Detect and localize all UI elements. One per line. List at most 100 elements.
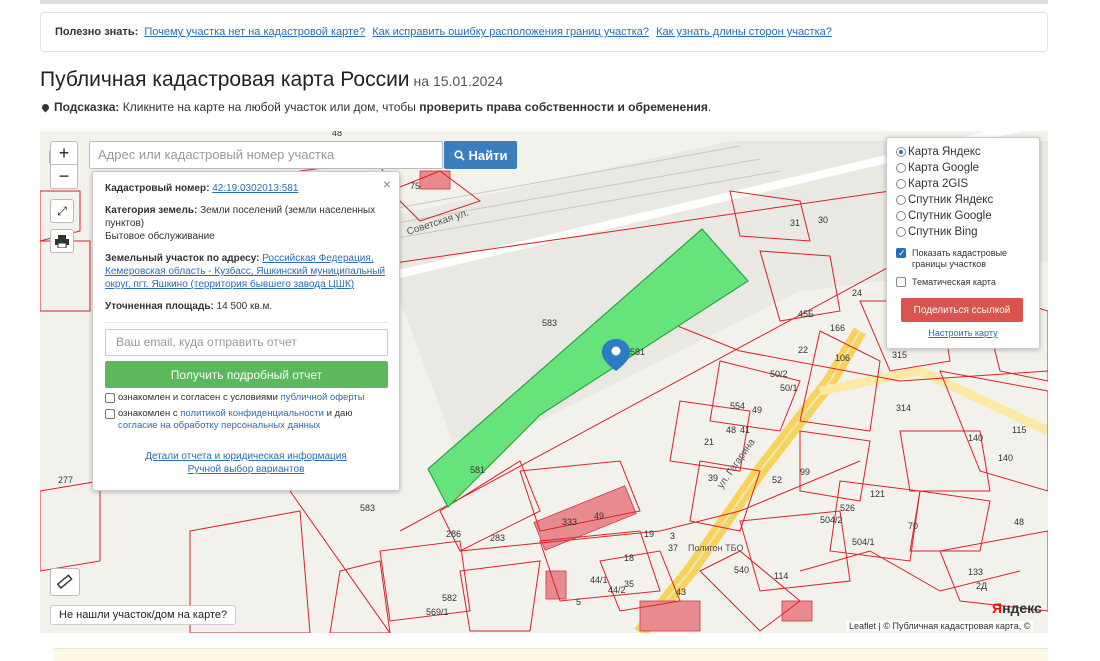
svg-text:583: 583	[542, 318, 557, 328]
svg-text:19: 19	[644, 529, 654, 539]
layer-yandex-satellite[interactable]: Спутник Яндекс	[896, 192, 1030, 208]
hint: Подсказка: Кликните на карте на любой уч…	[40, 100, 711, 114]
svg-text:583: 583	[360, 503, 375, 513]
svg-text:121: 121	[870, 489, 885, 499]
manual-choice-link[interactable]: Ручной выбор вариантов	[188, 464, 305, 475]
email-input[interactable]: Ваш email, куда отправить отчет	[105, 329, 388, 356]
layer-yandex-map[interactable]: Карта Яндекс	[896, 144, 1030, 160]
svg-text:48: 48	[726, 425, 736, 435]
zoom-out-button[interactable]: −	[50, 165, 78, 189]
hint-bold: проверить права собственности и обремене…	[419, 100, 708, 114]
report-details-link[interactable]: Детали отчета и юридическая информация	[145, 451, 347, 462]
thematic-toggle[interactable]: Тематическая карта	[896, 277, 1030, 288]
radio[interactable]	[896, 163, 906, 173]
link-why-not-on-map[interactable]: Почему участка нет на кадастровой карте?	[144, 26, 365, 38]
svg-text:333: 333	[562, 517, 577, 527]
bottom-notice-strip	[54, 648, 1048, 661]
radio[interactable]	[896, 179, 906, 189]
land-use: Бытовое обслуживание	[105, 231, 215, 242]
svg-text:35: 35	[624, 579, 634, 589]
layer-google-map[interactable]: Карта Google	[896, 160, 1030, 176]
svg-text:49: 49	[594, 511, 604, 521]
link-side-lengths[interactable]: Как узнать длины сторон участка?	[656, 26, 832, 38]
address-row: Земельный участок по адресу: Российская …	[105, 253, 386, 290]
tune-map-link[interactable]: Настроить карту	[928, 328, 997, 338]
page-date: на 15.01.2024	[413, 73, 504, 89]
svg-text:526: 526	[840, 503, 855, 513]
share-link-button[interactable]: Поделиться ссылкой	[901, 298, 1023, 322]
svg-text:45Б: 45Б	[798, 309, 814, 319]
radio[interactable]	[896, 211, 906, 221]
printer-icon	[55, 234, 69, 248]
svg-text:41: 41	[740, 425, 750, 435]
map-attribution: Leaflet | © Публичная кадастровая карта,…	[846, 621, 1034, 631]
link-fix-borders[interactable]: Как исправить ошибку расположения границ…	[372, 26, 649, 38]
label-parcel-581: 581	[630, 347, 645, 357]
svg-text:99: 99	[800, 467, 810, 477]
svg-text:48: 48	[332, 131, 342, 138]
zoom-in-button[interactable]: +	[50, 141, 78, 165]
page-title: Публичная кадастровая карта России на 15.…	[40, 68, 504, 91]
svg-text:50/1: 50/1	[780, 383, 798, 393]
layer-2gis-map[interactable]: Карта 2GIS	[896, 176, 1030, 192]
category-row: Категория земель: Земли поселений (земли…	[105, 205, 376, 242]
svg-text:5: 5	[576, 597, 581, 607]
show-borders-checkbox[interactable]	[896, 248, 906, 259]
search-button[interactable]: Найти	[444, 141, 517, 169]
privacy-checkbox[interactable]	[105, 409, 115, 419]
measure-button[interactable]	[50, 568, 80, 596]
not-found-button[interactable]: Не нашли участок/дом на карте?	[50, 605, 237, 625]
svg-text:569/1: 569/1	[426, 607, 449, 617]
svg-text:283: 283	[490, 533, 505, 543]
ruler-icon	[57, 574, 73, 590]
layer-bing-satellite[interactable]: Спутник Bing	[896, 224, 1030, 240]
svg-text:277: 277	[58, 475, 73, 485]
search-input[interactable]: Адрес или кадастровый номер участка	[89, 141, 443, 169]
svg-text:286: 286	[446, 529, 461, 539]
close-icon[interactable]: ×	[383, 176, 391, 192]
offer-checkbox[interactable]	[105, 393, 115, 403]
radio[interactable]	[896, 227, 906, 237]
fullscreen-button[interactable]: ⤢	[50, 199, 74, 223]
popup-footer-links: Детали отчета и юридическая информация Р…	[105, 450, 387, 476]
svg-text:504/1: 504/1	[852, 537, 875, 547]
thematic-checkbox[interactable]	[896, 277, 906, 287]
offer-consent[interactable]: ознакомлен и согласен с условиями публич…	[105, 392, 387, 404]
svg-text:3: 3	[670, 531, 675, 541]
area-row: Уточненная площадь: 14 500 кв.м.	[105, 301, 273, 312]
svg-text:44/2: 44/2	[608, 585, 626, 595]
personal-data-link[interactable]: согласие на обработку персональных данны…	[118, 420, 320, 431]
search-icon	[453, 149, 465, 161]
svg-text:31: 31	[790, 218, 800, 228]
svg-text:314: 314	[896, 403, 911, 413]
offer-link[interactable]: публичной оферты	[281, 392, 365, 403]
svg-text:22: 22	[798, 345, 808, 355]
privacy-link[interactable]: политикой конфиденциальности	[180, 408, 324, 419]
show-borders-toggle[interactable]: Показать кадастровые границы участков	[896, 248, 1030, 270]
cadastral-number-link[interactable]: 42:19:0302013:581	[212, 183, 298, 194]
layer-google-satellite[interactable]: Спутник Google	[896, 208, 1030, 224]
popup-divider	[105, 322, 387, 323]
label-parcel-581-b: 581	[470, 465, 485, 475]
privacy-consent[interactable]: ознакомлен с политикой конфиденциальност…	[105, 408, 387, 432]
svg-text:50/2: 50/2	[770, 369, 788, 379]
svg-text:44/1: 44/1	[590, 575, 608, 585]
svg-text:140: 140	[968, 433, 983, 443]
svg-text:48: 48	[1014, 517, 1024, 527]
label-poligon: Полигон ТБО	[688, 543, 743, 553]
cadastral-map[interactable]: 581 581 48 75 79 31 30 24 583 583 45Б 16…	[40, 131, 1048, 633]
svg-text:21: 21	[704, 437, 714, 447]
svg-text:582: 582	[442, 593, 457, 603]
svg-text:2Д: 2Д	[976, 581, 987, 591]
radio[interactable]	[896, 195, 906, 205]
print-button[interactable]	[50, 229, 74, 253]
svg-text:140: 140	[998, 453, 1013, 463]
radio-selected[interactable]	[896, 147, 906, 157]
svg-text:540: 540	[734, 565, 749, 575]
useful-info-bar: Полезно знать: Почему участка нет на кад…	[40, 12, 1048, 52]
get-report-button[interactable]: Получить подробный отчет	[105, 361, 388, 388]
svg-text:115: 115	[1012, 425, 1026, 435]
hint-text: Кликните на карте на любой участок или д…	[122, 100, 416, 114]
svg-text:554: 554	[730, 401, 745, 411]
svg-text:114: 114	[774, 571, 788, 581]
